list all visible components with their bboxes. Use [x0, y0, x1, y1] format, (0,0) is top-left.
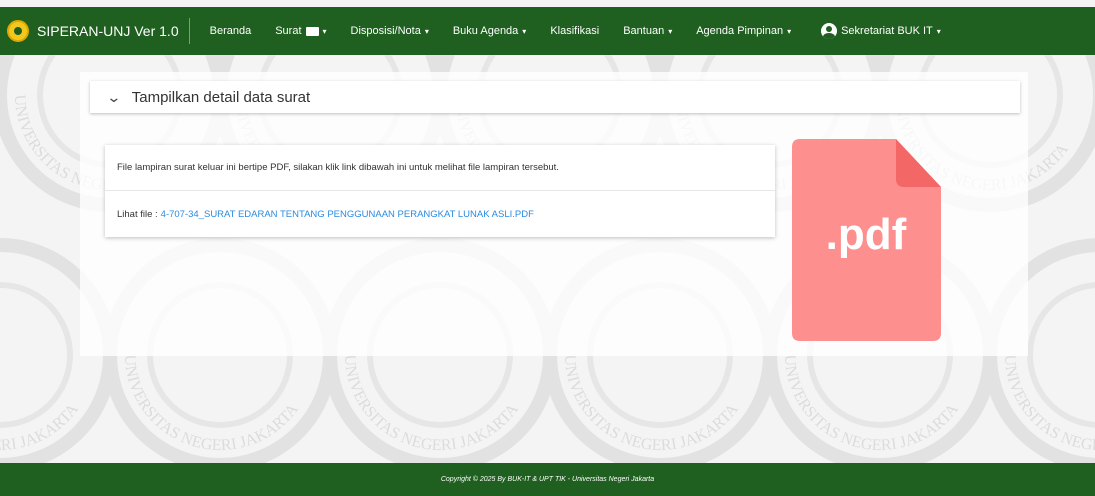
user-name: Sekretariat BUK IT [841, 25, 933, 37]
nav-surat-dropdown[interactable]: Surat ▾ [263, 25, 338, 37]
user-circle-icon [821, 23, 838, 39]
attachment-file-link[interactable]: 4-707-34_SURAT EDARAN TENTANG PENGGUNAAN… [161, 209, 534, 220]
nav-beranda-label: Beranda [209, 25, 252, 37]
attachment-card: File lampiran surat keluar ini bertipe P… [105, 145, 775, 237]
chevron-down-icon: ⌄ [106, 88, 122, 105]
nav-klasifikasi[interactable]: Klasifikasi [538, 25, 611, 37]
nav-beranda[interactable]: Beranda [198, 25, 264, 37]
nav-buku-agenda-label: Buku Agenda [452, 25, 519, 37]
pdf-icon-label: .pdf [826, 210, 907, 259]
pdf-file-icon[interactable]: .pdf [792, 139, 941, 341]
attachment-info-row: File lampiran surat keluar ini bertipe P… [105, 145, 775, 191]
caret-down-icon: ▾ [787, 26, 792, 36]
nav-buku-agenda-dropdown[interactable]: Buku Agenda ▾ [441, 25, 538, 37]
nav-disposisi-label: Disposisi/Nota [350, 25, 421, 37]
caret-down-icon: ▾ [668, 26, 673, 36]
accordion-title: Tampilkan detail data surat [131, 88, 311, 106]
brand-title[interactable]: SIPERAN-UNJ Ver 1.0 [37, 18, 190, 44]
nav-bantuan-dropdown[interactable]: Bantuan ▾ [611, 25, 684, 37]
footer: Copyright © 2025 By BUK-IT & UPT TIK - U… [0, 463, 1095, 496]
detail-accordion-toggle[interactable]: ⌄ Tampilkan detail data surat [90, 81, 1020, 113]
caret-down-icon: ▾ [322, 26, 327, 36]
mail-icon [305, 26, 319, 36]
attachment-info-text: File lampiran surat keluar ini bertipe P… [117, 162, 559, 173]
caret-down-icon: ▾ [424, 26, 429, 36]
file-label: Lihat file : [117, 208, 158, 220]
footer-copyright: Copyright © 2025 By BUK-IT & UPT TIK - U… [440, 476, 655, 483]
nav-disposisi-dropdown[interactable]: Disposisi/Nota ▾ [339, 25, 441, 37]
nav-agenda-pimpinan-label: Agenda Pimpinan [696, 25, 784, 37]
caret-down-icon: ▾ [936, 26, 941, 36]
top-navbar: SIPERAN-UNJ Ver 1.0 Beranda Surat ▾ Disp… [0, 7, 1095, 55]
nav-bantuan-label: Bantuan [623, 25, 665, 37]
unj-logo-icon [7, 20, 29, 42]
nav-menu: Beranda Surat ▾ Disposisi/Nota ▾ Buku Ag… [198, 23, 953, 39]
user-menu-dropdown[interactable]: Sekretariat BUK IT ▾ [809, 23, 953, 39]
nav-surat-label: Surat [275, 25, 302, 37]
nav-agenda-pimpinan-dropdown[interactable]: Agenda Pimpinan ▾ [684, 25, 803, 37]
nav-klasifikasi-label: Klasifikasi [550, 25, 600, 37]
caret-down-icon: ▾ [522, 26, 527, 36]
attachment-file-row: Lihat file : 4-707-34_SURAT EDARAN TENTA… [105, 191, 775, 237]
